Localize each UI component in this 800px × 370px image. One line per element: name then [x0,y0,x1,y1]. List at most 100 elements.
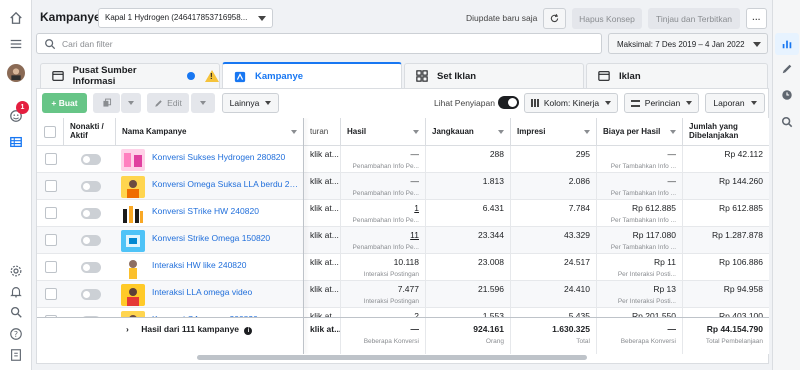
help-icon[interactable]: ? [7,325,25,343]
tab-set-iklan[interactable]: Set Iklan [404,63,584,88]
select-all-checkbox[interactable] [44,126,56,138]
chevron-right-icon: › [126,324,129,334]
column-header-name[interactable]: Nama Kampanye [116,118,304,146]
duplicate-icon [102,98,111,107]
row-checkbox[interactable] [45,234,57,246]
avatar[interactable] [7,64,25,82]
campaign-toggle[interactable] [81,289,101,300]
report-icon[interactable] [7,346,25,364]
refresh-button[interactable] [543,8,566,29]
preview-setup-toggle[interactable] [498,96,519,109]
cpr-sub: Per Interaksi Posti... [617,271,676,278]
row-checkbox[interactable] [45,153,57,165]
date-range-picker[interactable]: Maksimal: 7 Des 2019 – 4 Jan 2022 [608,33,768,54]
chevron-down-icon [258,16,266,21]
column-header-type[interactable]: turan [304,118,341,146]
impressions-cell: 7.784 [511,200,597,227]
column-header-reach[interactable]: Jangkauan [426,118,511,146]
impressions-cell: 43.329 [511,227,597,254]
breakdown-icon [630,99,640,107]
bell-icon[interactable] [7,283,25,301]
tab-label: Pusat Sumber Informasi [72,65,137,87]
results-value: 11 [410,230,419,240]
summary-label-cell[interactable]: › Hasil dari 111 kampanye i [116,318,304,354]
breakdown-dropdown[interactable]: Perincian [624,93,699,113]
sort-icon [670,130,676,134]
summary-cpr-sub: Beberapa Konversi [620,338,676,345]
campaign-toggle[interactable] [81,235,101,246]
discard-drafts-button[interactable]: Hapus Konsep [572,8,642,29]
column-header-label: Jangkauan [432,126,474,136]
campaign-name-link[interactable]: Interaksi HW like 240820 [152,260,302,270]
tab-label: Set Iklan [437,70,477,82]
tab-pusat-sumber-informasi[interactable]: Pusat Sumber Informasi [40,63,220,88]
column-header-amount-spent[interactable]: Jumlah yang Dibelanjakan [683,118,769,146]
search-filter-bar[interactable]: Cari dan filter [36,33,602,54]
cpr-value: Rp 117.080 [632,230,676,240]
warning-icon [205,70,219,82]
bar-chart-icon[interactable] [775,33,799,55]
campaign-selector-dropdown[interactable]: Kapal 1 Hydrogen (246417853716958... [98,8,273,28]
column-header-toggle[interactable]: Nonakti / Aktif [64,118,116,146]
horizontal-scrollbar[interactable] [197,355,587,360]
settings-icon[interactable] [7,262,25,280]
tab-iklan[interactable]: Iklan [586,63,768,88]
row-checkbox[interactable] [45,288,57,300]
results-value: — [410,149,420,159]
dashboard-icon [51,69,65,83]
folder-icon [233,70,247,84]
page-title: Kampanye [40,10,101,24]
table-icon[interactable] [7,133,25,151]
campaign-toggle[interactable] [81,181,101,192]
campaign-toggle[interactable] [81,154,101,165]
pencil-icon[interactable] [780,62,794,76]
menu-icon[interactable] [7,35,25,53]
campaign-selector-value: Kapal 1 Hydrogen (246417853716958... [105,13,248,22]
column-header-impressions[interactable]: Impresi [511,118,597,146]
columns-dropdown[interactable]: Kolom: Kinerja [524,93,618,113]
tab-label: Iklan [619,70,641,82]
tab-kampanye[interactable]: Kampanye [222,62,402,89]
table-row[interactable]: Interaksi HW like 240820 klik at... 10.1… [37,254,769,281]
duplicate-button[interactable] [93,93,120,113]
campaign-name-link[interactable]: Konversi Sukses Hydrogen 280820 [152,152,302,162]
clock-icon[interactable] [780,88,794,102]
campaign-name-link[interactable]: Interaksi LLA omega video [152,287,302,297]
chevron-down-icon [605,101,612,105]
home-icon[interactable] [7,9,25,27]
results-sub: Interaksi Postingan [363,271,419,278]
column-header-label: Biaya per Hasil [603,126,661,136]
table-row[interactable]: Konversi Sukses Hydrogen 280820 klik at.… [37,146,769,173]
results-sub: Interaksi Postingan [363,298,419,305]
table-row[interactable]: Interaksi LLA omega video klik at... 7.4… [37,281,769,308]
campaign-toggle[interactable] [81,262,101,273]
column-header-cost-per-result[interactable]: Biaya per Hasil [597,118,683,146]
status-dot [187,72,195,80]
table-row[interactable]: Konversi Omega Suksa LLA berdu 270... kl… [37,173,769,200]
row-checkbox[interactable] [45,180,57,192]
edit-dropdown-button[interactable] [191,93,215,113]
table-row[interactable]: Konversi Strike Omega 150820 klik at... … [37,227,769,254]
campaign-name-link[interactable]: Konversi Omega Suksa LLA berdu 270... [152,179,302,189]
review-publish-button[interactable]: Tinjau dan Terbitkan [648,8,740,29]
search-icon[interactable] [7,303,25,321]
type-cell: klik at... [304,227,341,254]
info-icon: i [244,327,253,335]
create-button[interactable]: + Buat [42,93,87,113]
table-row[interactable]: Konversi STrike HW 240820 klik at... 1 Pe… [37,200,769,227]
edit-button[interactable]: Edit [147,93,189,113]
breakdown-label: Perincian [644,98,681,108]
campaign-toggle[interactable] [81,208,101,219]
cpr-sub: Per Tambahkan Info ... [610,217,676,224]
duplicate-dropdown-button[interactable] [121,93,141,113]
column-header-results[interactable]: Hasil [341,118,426,146]
row-checkbox[interactable] [45,207,57,219]
zoom-search-icon[interactable] [780,115,794,129]
row-checkbox[interactable] [45,261,57,273]
more-actions-button[interactable]: Lainnya [222,93,279,113]
more-options-button[interactable]: ··· [746,8,767,29]
summary-label: Hasil dari 111 kampanye [141,324,240,334]
campaign-name-link[interactable]: Konversi STrike HW 240820 [152,206,302,216]
reports-dropdown[interactable]: Laporan [705,93,765,113]
campaign-name-link[interactable]: Konversi Strike Omega 150820 [152,233,302,243]
